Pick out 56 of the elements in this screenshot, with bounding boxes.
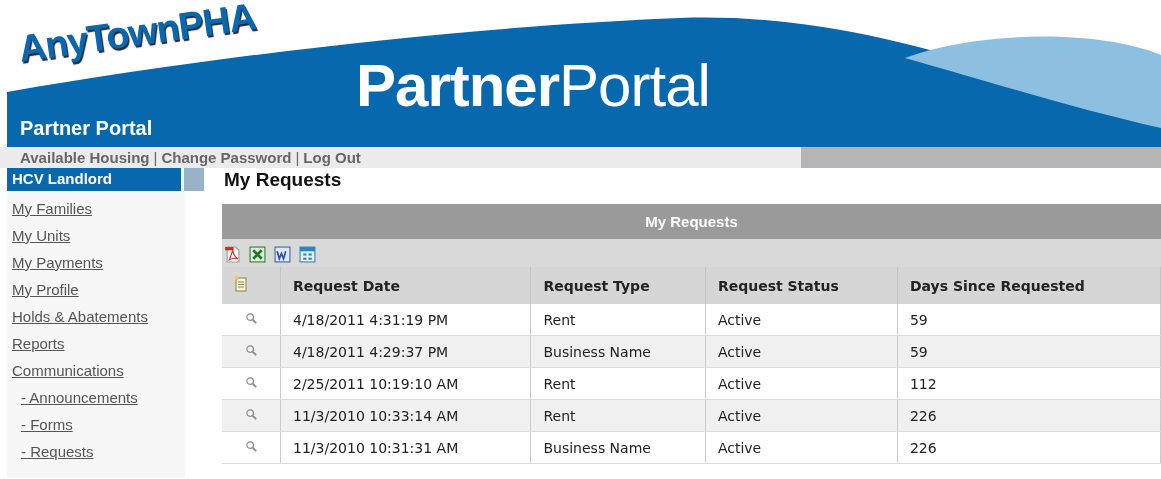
document-icon[interactable] [274, 246, 291, 263]
portal-subtitle: Partner Portal [20, 117, 153, 140]
sidebar-link[interactable]: - Forms [12, 411, 180, 438]
table-cell: 59 [897, 335, 1161, 368]
table-cell: Rent [530, 399, 706, 432]
table-cell: Active [705, 335, 898, 368]
table-cell: 226 [897, 431, 1161, 464]
table-cell: Business Name [530, 431, 706, 464]
table-icon[interactable] [299, 246, 316, 263]
column-header: Days Since Requested [897, 267, 1161, 304]
sidebar-link[interactable]: My Families [12, 195, 180, 222]
table-cell: Active [705, 399, 898, 432]
portal-title-light: Portal [559, 56, 710, 116]
nav-link[interactable]: Log Out [303, 149, 361, 166]
spreadsheet-icon[interactable] [249, 246, 266, 263]
table-cell: Rent [530, 304, 706, 336]
sidebar-link[interactable]: - Requests [12, 438, 180, 465]
table-cell: Rent [530, 367, 706, 400]
table-cell: 2/25/2011 10:19:10 AM [280, 367, 531, 400]
table-caption: My Requests [222, 204, 1161, 239]
nav-link[interactable]: Available Housing [20, 149, 150, 166]
table-cell: Active [705, 367, 898, 400]
sidebar-link[interactable]: My Payments [12, 249, 180, 276]
column-header: Request Status [705, 267, 898, 304]
search-icon[interactable] [244, 439, 258, 453]
table-cell: 4/18/2011 4:29:37 PM [280, 335, 531, 368]
table-cell: Active [705, 304, 898, 336]
table-cell: 4/18/2011 4:31:19 PM [280, 304, 531, 336]
nav-separator: | [153, 149, 158, 166]
table-cell: 112 [897, 367, 1161, 400]
search-icon[interactable] [244, 407, 258, 421]
column-header: Request Type [530, 267, 706, 304]
nav-link[interactable]: Change Password [161, 149, 292, 166]
pdf-icon[interactable] [224, 246, 241, 263]
table-cell: 11/3/2010 10:31:31 AM [280, 431, 531, 464]
sidebar-link[interactable]: - Announcements [12, 384, 180, 411]
table-cell: 59 [897, 304, 1161, 336]
sidebar-link[interactable]: My Profile [12, 276, 180, 303]
column-header: Request Date [280, 267, 531, 304]
logo-text: AnyTownPHA [16, 0, 259, 71]
table-cell: Active [705, 431, 898, 464]
search-icon[interactable] [244, 343, 258, 357]
table-cell: 226 [897, 399, 1161, 432]
sidebar-link[interactable]: My Units [12, 222, 180, 249]
notepad-icon [234, 276, 248, 292]
table-cell: 11/3/2010 10:33:14 AM [280, 399, 531, 432]
search-icon[interactable] [244, 375, 258, 389]
sidebar-link[interactable]: Reports [12, 330, 180, 357]
page-title: My Requests [223, 168, 343, 192]
sidebar-link[interactable]: Communications [12, 357, 180, 384]
table-cell: Business Name [530, 335, 706, 368]
sidebar-link[interactable]: Holds & Abatements [12, 303, 180, 330]
nav-separator: | [295, 149, 300, 166]
search-icon[interactable] [244, 311, 258, 325]
portal-title-bold: Partner [356, 56, 560, 116]
sidebar-title: HCV Landlord [7, 168, 181, 191]
